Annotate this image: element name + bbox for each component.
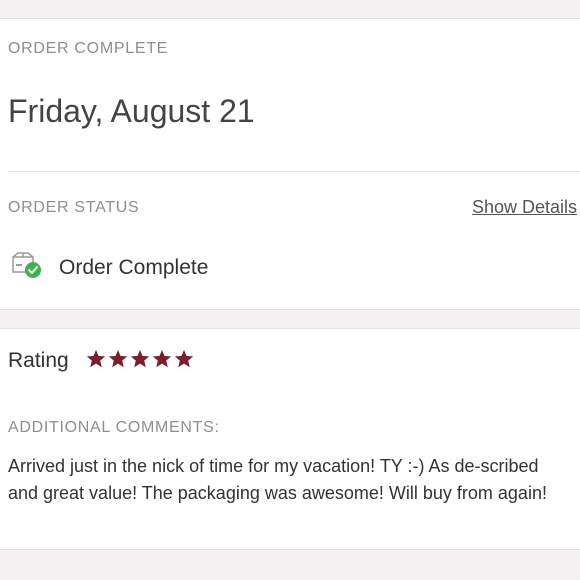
- star-icon: [174, 350, 194, 368]
- rating-card: Rating ADDITIONAL COMMENTS: Arrived just…: [0, 328, 580, 550]
- rating-label: Rating: [8, 349, 69, 372]
- star-icon: [108, 350, 128, 368]
- divider: [8, 171, 580, 172]
- order-date: Friday, August 21: [8, 93, 255, 129]
- order-status-label: ORDER STATUS: [8, 199, 140, 216]
- star-icon: [86, 350, 106, 368]
- show-details-link[interactable]: Show Details: [472, 197, 577, 218]
- rating-stars: [86, 349, 194, 371]
- order-status-text: Order Complete: [59, 256, 209, 279]
- star-icon: [130, 350, 150, 368]
- package-check-icon: [10, 251, 44, 281]
- star-icon: [152, 350, 172, 368]
- additional-comments-label: ADDITIONAL COMMENTS:: [8, 419, 220, 436]
- order-complete-header: ORDER COMPLETE: [8, 40, 169, 57]
- comment-text: Arrived just in the nick of time for my …: [8, 456, 547, 503]
- order-card: ORDER COMPLETE Friday, August 21 ORDER S…: [0, 18, 580, 310]
